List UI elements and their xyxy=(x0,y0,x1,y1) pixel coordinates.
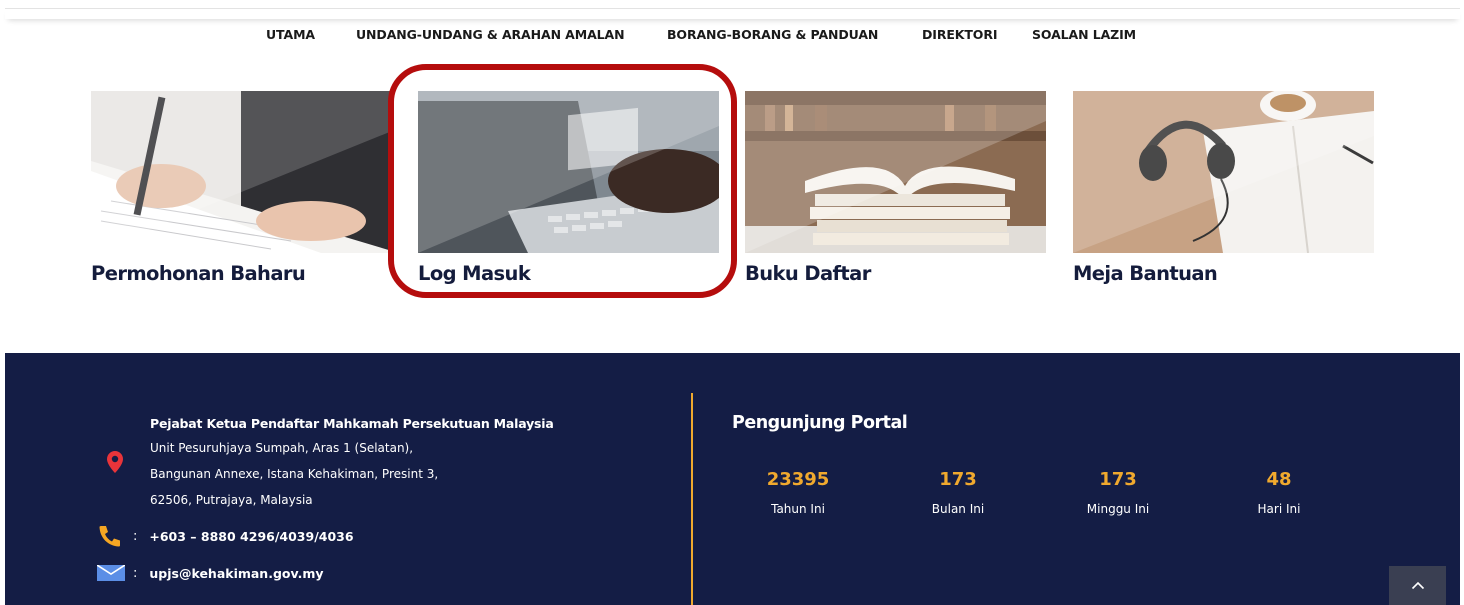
stat-minggu-ini: 173 Minggu Ini xyxy=(1048,469,1188,516)
card-meja-bantuan[interactable]: Meja Bantuan xyxy=(1073,91,1374,285)
phone-separator: : xyxy=(133,528,138,544)
email-address[interactable]: upjs@kehakiman.gov.my xyxy=(149,566,323,581)
card-title[interactable]: Log Masuk xyxy=(418,262,719,285)
map-pin-icon xyxy=(107,451,123,477)
address-line: 62506, Putrajaya, Malaysia xyxy=(150,493,313,507)
chevron-up-icon xyxy=(1411,581,1424,590)
books-stack-image xyxy=(745,91,1046,253)
stat-label: Bulan Ini xyxy=(931,502,985,516)
mail-icon xyxy=(97,565,127,581)
card-title[interactable]: Meja Bantuan xyxy=(1073,262,1374,285)
headphones-desk-image xyxy=(1073,91,1374,253)
office-name: Pejabat Ketua Pendaftar Mahkamah Perseku… xyxy=(150,416,554,431)
stat-label: Minggu Ini xyxy=(1086,502,1150,516)
stat-tahun-ini: 23395 Tahun Ini xyxy=(728,469,868,516)
visitors-title: Pengunjung Portal xyxy=(732,413,908,433)
email-row: : upjs@kehakiman.gov.my xyxy=(97,563,324,583)
email-separator: : xyxy=(133,565,138,581)
stat-value: 23395 xyxy=(766,469,830,490)
nav-item-undang-undang[interactable]: UNDANG-UNDANG & ARAHAN AMALAN xyxy=(356,27,625,42)
stat-label: Hari Ini xyxy=(1257,502,1301,516)
header-shadow-line xyxy=(5,8,1460,19)
main-navigation: UTAMA UNDANG-UNDANG & ARAHAN AMALAN BORA… xyxy=(0,27,1464,45)
card-title[interactable]: Buku Daftar xyxy=(745,262,1046,285)
address-line: Bangunan Annexe, Istana Kehakiman, Presi… xyxy=(150,467,439,481)
stat-bulan-ini: 173 Bulan Ini xyxy=(888,469,1028,516)
card-permohonan-baharu[interactable]: Permohonan Baharu xyxy=(91,91,392,285)
nav-item-direktori[interactable]: DIREKTORI xyxy=(922,27,998,42)
phone-number[interactable]: +603 – 8880 4296/4039/4036 xyxy=(149,529,353,544)
card-log-masuk[interactable]: Log Masuk xyxy=(418,91,719,285)
stat-hari-ini: 48 Hari Ini xyxy=(1209,469,1349,516)
scroll-to-top-button[interactable] xyxy=(1389,566,1446,605)
phone-row: : +603 – 8880 4296/4039/4036 xyxy=(97,525,354,547)
writing-hand-image xyxy=(91,91,392,253)
nav-item-utama[interactable]: UTAMA xyxy=(266,27,315,42)
stat-label: Tahun Ini xyxy=(771,502,825,516)
footer-divider xyxy=(691,393,693,605)
nav-item-soalan-lazim[interactable]: SOALAN LAZIM xyxy=(1032,27,1136,42)
stat-value: 48 xyxy=(1266,469,1292,490)
card-title[interactable]: Permohonan Baharu xyxy=(91,262,392,285)
stat-value: 173 xyxy=(939,469,977,490)
site-footer: Pejabat Ketua Pendaftar Mahkamah Perseku… xyxy=(5,353,1460,605)
nav-item-borang[interactable]: BORANG-BORANG & PANDUAN xyxy=(667,27,878,42)
laptop-typing-image xyxy=(418,91,719,253)
phone-icon xyxy=(97,525,127,547)
stat-value: 173 xyxy=(1099,469,1137,490)
card-buku-daftar[interactable]: Buku Daftar xyxy=(745,91,1046,285)
address-line: Unit Pesuruhjaya Sumpah, Aras 1 (Selatan… xyxy=(150,441,414,455)
